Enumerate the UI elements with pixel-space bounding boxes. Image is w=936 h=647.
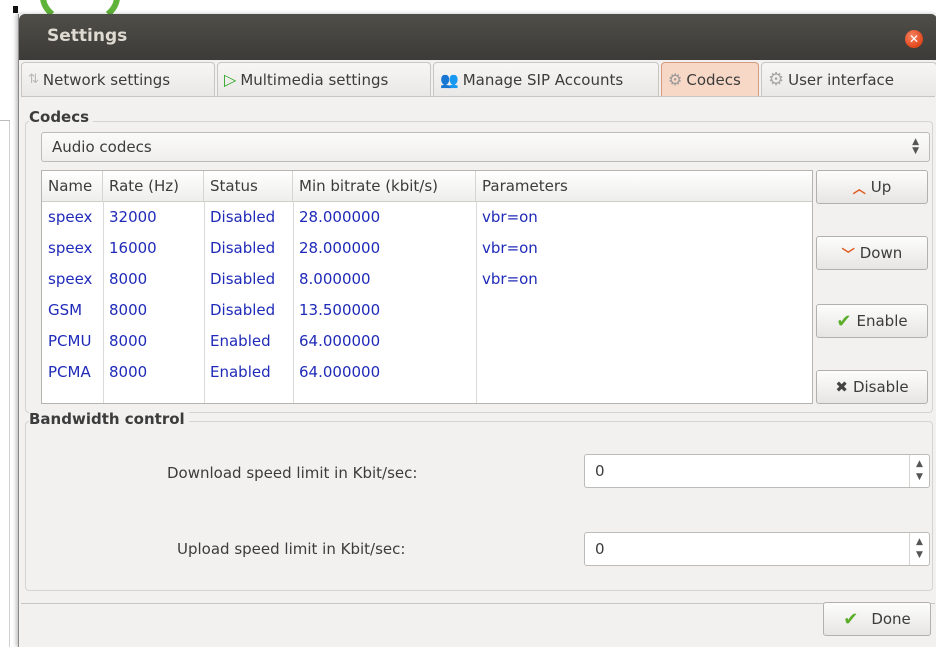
cell-min-bitrate: 64.000000 [299,363,381,381]
column-header-status[interactable]: Status [204,171,293,201]
up-button[interactable]: ︿ Up [816,170,928,204]
x-icon: ✖ [835,378,848,396]
window-title: Settings [47,26,128,46]
desktop-bullet [13,6,18,13]
settings-window: Settings ✕ ⇅ Network settings ▷ Multimed… [18,14,936,647]
cell-status: Enabled [210,363,271,381]
upload-limit-value: 0 [595,540,605,558]
cell-status: Disabled [210,270,276,288]
check-icon: ✔ [836,310,852,332]
cell-name: PCMU [48,332,92,350]
cell-rate: 16000 [109,239,157,257]
down-button[interactable]: ﹀ Down [816,236,928,270]
desktop-divider [9,120,10,647]
cell-parameters: vbr=on [482,208,538,226]
codec-type-select[interactable]: Audio codecs ▲ ▼ [41,132,930,162]
up-button-label: Up [870,178,892,196]
column-header-min-bitrate[interactable]: Min bitrate (kbit/s) [293,171,476,201]
spinner-arrows-icon: ▲ ▼ [912,137,919,156]
enable-button[interactable]: ✔ Enable [816,304,928,338]
cell-min-bitrate: 64.000000 [299,332,381,350]
cell-rate: 8000 [109,363,148,381]
play-icon: ▷ [224,70,237,89]
cell-status: Disabled [210,239,276,257]
tab-codecs[interactable]: ⚙ Codecs [661,62,759,96]
desktop-divider [0,120,10,121]
table-row[interactable]: PCMA 8000 Enabled 64.000000 [42,357,812,387]
cell-status: Disabled [210,208,276,226]
column-header-name[interactable]: Name [42,171,103,201]
cell-name: GSM [48,301,83,319]
tab-label: Network settings [42,70,171,89]
gear-icon: ⚙ [768,69,785,90]
upload-limit-input[interactable]: 0 ▲ ▼ [584,532,930,566]
cell-parameters [476,326,482,356]
desktop-logo-ring [40,0,120,14]
accounts-icon: 👥 [440,70,459,89]
table-row[interactable]: speex 8000 Disabled 8.000000 vbr=on [42,264,812,294]
cell-status: Enabled [210,332,271,350]
tab-label: User interface [788,70,894,89]
tab-label: Codecs [686,70,741,89]
check-icon: ✔ [843,608,859,630]
cell-rate: 8000 [109,270,148,288]
tab-manage-sip-accounts[interactable]: 👥 Manage SIP Accounts [433,62,659,96]
cell-name: speex [48,208,93,226]
footer-divider [21,603,935,604]
codecs-group-label: Codecs [29,108,94,126]
tab-label: Manage SIP Accounts [462,70,624,89]
close-icon: ✕ [908,32,920,46]
table-header: Name Rate (Hz) Status Min bitrate (kbit/… [42,171,812,202]
chevron-up-icon: ︿ [852,181,866,197]
cell-parameters [476,295,482,325]
spinner-arrows-icon[interactable]: ▲ ▼ [909,533,929,565]
gears-icon: ⚙ [668,70,683,89]
cell-min-bitrate: 28.000000 [299,208,381,226]
cell-parameters: vbr=on [482,270,538,288]
enable-button-label: Enable [856,312,908,330]
disable-button-label: Disable [852,378,909,396]
cell-min-bitrate: 13.500000 [299,301,381,319]
done-button[interactable]: ✔ Done [823,602,931,636]
title-bar[interactable]: Settings ✕ [19,14,936,60]
download-limit-label: Download speed limit in Kbit/sec: [167,464,418,482]
table-row[interactable]: speex 32000 Disabled 28.000000 vbr=on [42,202,812,232]
table-row[interactable]: GSM 8000 Disabled 13.500000 [42,295,812,325]
codecs-table[interactable]: Name Rate (Hz) Status Min bitrate (kbit/… [41,170,813,404]
cell-min-bitrate: 8.000000 [299,270,371,288]
tab-network-settings[interactable]: ⇅ Network settings [21,62,215,96]
table-row[interactable]: speex 16000 Disabled 28.000000 vbr=on [42,233,812,263]
cell-name: speex [48,270,93,288]
cell-parameters: vbr=on [482,239,538,257]
download-limit-input[interactable]: 0 ▲ ▼ [584,454,930,488]
bandwidth-group-label: Bandwidth control [29,410,189,428]
cell-name: PCMA [48,363,91,381]
close-button[interactable]: ✕ [905,30,923,48]
done-button-label: Done [871,610,911,628]
cell-min-bitrate: 28.000000 [299,239,381,257]
tab-multimedia-settings[interactable]: ▷ Multimedia settings [217,62,431,96]
spinner-arrows-icon[interactable]: ▲ ▼ [909,455,929,487]
desktop-background [0,0,936,14]
tab-label: Multimedia settings [240,70,389,89]
cell-rate: 32000 [109,208,157,226]
download-limit-value: 0 [595,462,605,480]
codec-type-value: Audio codecs [52,138,152,156]
tab-user-interface[interactable]: ⚙ User interface [761,62,936,96]
tab-bar: ⇅ Network settings ▷ Multimedia settings… [21,60,936,96]
cell-parameters [476,357,482,387]
chevron-down-icon: ﹀ [841,247,855,263]
disable-button[interactable]: ✖ Disable [816,370,928,404]
table-row[interactable]: PCMU 8000 Enabled 64.000000 [42,326,812,356]
upload-limit-label: Upload speed limit in Kbit/sec: [177,540,406,558]
down-button-label: Down [859,244,903,262]
cell-name: speex [48,239,93,257]
network-icon: ⇅ [28,72,39,87]
column-header-rate[interactable]: Rate (Hz) [103,171,204,201]
cell-rate: 8000 [109,332,148,350]
cell-rate: 8000 [109,301,148,319]
cell-status: Disabled [210,301,276,319]
column-header-parameters[interactable]: Parameters [476,171,812,201]
